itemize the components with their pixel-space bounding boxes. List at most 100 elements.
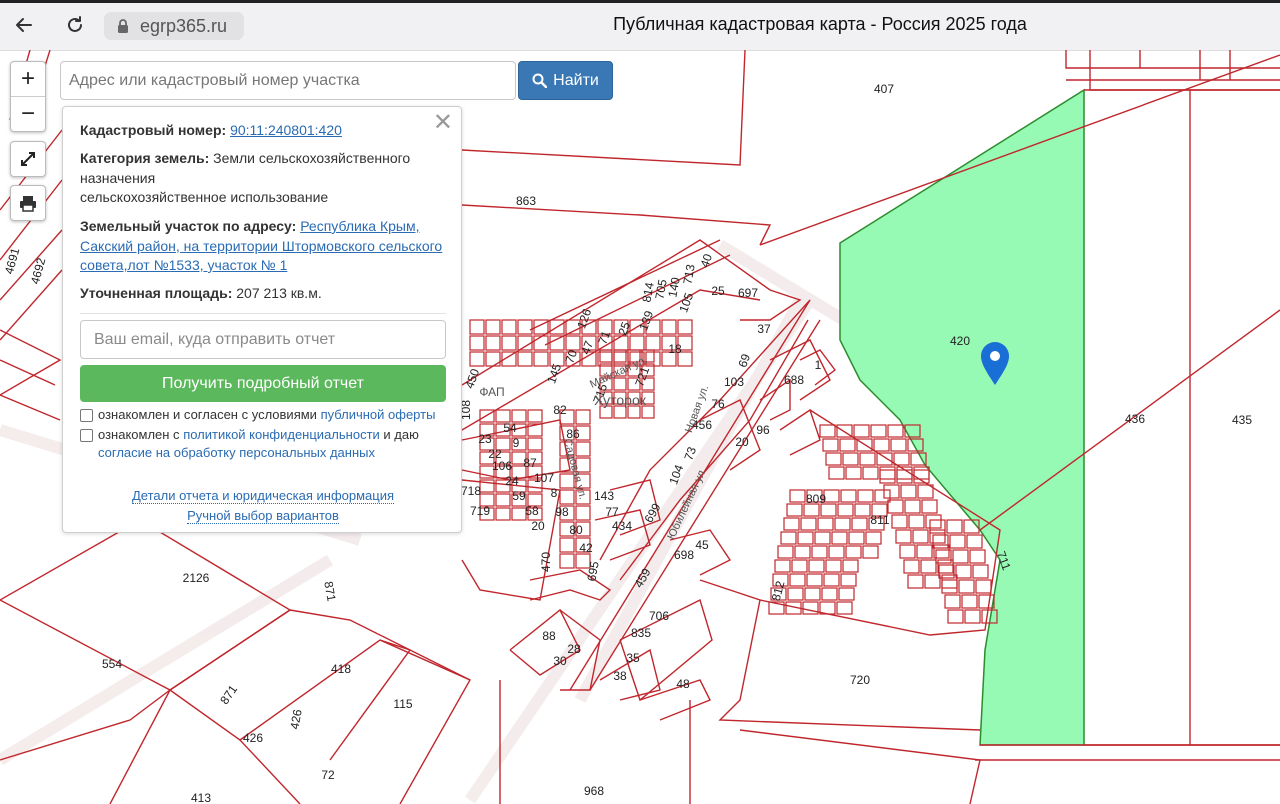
plot-cell [527, 409, 543, 423]
printer-icon [20, 196, 36, 212]
plot-cell [883, 484, 900, 499]
plot-cell [845, 466, 862, 480]
address-bar[interactable]: egrp365.ru [104, 12, 244, 40]
back-button[interactable] [9, 10, 39, 40]
fullscreen-button[interactable] [11, 142, 45, 176]
parcel-number-label: 82 [553, 403, 567, 417]
address-url: egrp365.ru [140, 15, 228, 36]
plot-cell [828, 466, 845, 480]
parcel-number-label: 435 [1232, 413, 1252, 427]
parcel-number-label: 809 [806, 492, 826, 506]
plot-cell [800, 517, 817, 531]
address-link-cont2[interactable]: совета,лот №1533, участок № 1 [80, 257, 287, 273]
parcel-number-label: 59 [512, 489, 526, 503]
plot-cell [817, 517, 834, 531]
land-use-value: сельскохозяйственное использование [80, 189, 329, 205]
area-value: 207 213 кв.м. [236, 285, 322, 301]
parcel-number-label: 42 [579, 541, 593, 555]
reload-button[interactable] [60, 10, 90, 40]
email-input[interactable] [80, 320, 446, 359]
plot-cell [794, 545, 811, 559]
plot-cell [575, 505, 591, 521]
address-row: Земельный участок по адресу: Республика … [80, 217, 445, 276]
privacy-consent-label-cont: и даю [383, 427, 419, 442]
plot-cell [887, 424, 904, 438]
plot-cell [839, 438, 856, 452]
plot-cell [559, 489, 575, 505]
parcel-boundary [544, 254, 731, 346]
plot-cell [838, 587, 855, 601]
parcel-number-label: 107 [534, 471, 554, 485]
parcel-number-label: 706 [649, 609, 669, 623]
parcel-number-label: 698 [674, 548, 694, 562]
parcel-number-label: 418 [331, 662, 351, 676]
zoom-in-button[interactable]: + [11, 62, 45, 97]
report-details-link[interactable]: Детали отчета и юридическая информация [131, 488, 395, 504]
plot-cell [837, 503, 854, 517]
plot-cell [955, 564, 972, 579]
parcel-number-label: 695 [584, 560, 601, 582]
street-label: Хуторок [594, 392, 647, 408]
plot-cell [804, 587, 821, 601]
plot-cell [559, 553, 575, 569]
plot-cell [797, 531, 814, 545]
parcel-number-label: 814 [639, 281, 656, 303]
privacy-consent-checkbox[interactable] [80, 429, 93, 442]
plot-cell [777, 545, 794, 559]
parcel-number-label: 4692 [28, 256, 49, 286]
parcel-number-label: 688 [784, 373, 804, 387]
parcel-number-label: 18 [668, 342, 682, 356]
plot-cell [904, 499, 921, 514]
window-edge [0, 0, 1280, 3]
plot-cell [806, 573, 823, 587]
parcel-number-label: 77 [605, 505, 619, 519]
plot-cell [929, 519, 946, 534]
zoom-control: + − [10, 61, 46, 132]
parcel-number-label: 20 [735, 435, 749, 449]
parcel-number-label: 47 [578, 339, 596, 357]
parcel-number-label: 8 [551, 486, 558, 500]
address-link-cont[interactable]: Сакский район, на территории Штормовског… [80, 238, 442, 254]
public-offer-link[interactable]: публичной оферты [321, 407, 436, 422]
parcel-boundary [639, 679, 711, 721]
street-label: ФАП [479, 385, 504, 399]
plot-cell [952, 549, 969, 564]
fullscreen-control [10, 141, 46, 177]
plot-cell [789, 573, 806, 587]
privacy-policy-link[interactable]: политикой конфиденциальности [183, 427, 380, 442]
plot-cell [786, 503, 803, 517]
plot-cell [938, 564, 955, 579]
plot-cell [924, 574, 941, 589]
parcel-number-label: 72 [321, 768, 335, 782]
parcel-number-label: 718 [461, 484, 481, 498]
plot-cell [932, 534, 949, 549]
land-category-value: Земли сельскохозяйственного [213, 150, 411, 166]
plot-cell [912, 529, 929, 544]
area-label: Уточненная площадь: [80, 285, 233, 301]
search-input[interactable] [60, 61, 516, 100]
land-category-label: Категория земель: [80, 150, 210, 166]
plot-cell [821, 587, 838, 601]
get-report-button[interactable]: Получить подробный отчет [80, 365, 446, 402]
parcel-boundary [169, 689, 301, 804]
personal-data-consent-link[interactable]: согласие на обработку персональных данны… [98, 445, 375, 460]
plot-cell [517, 351, 533, 367]
cadastral-number-link[interactable]: 90:11:240801:420 [230, 122, 342, 138]
plot-cell [842, 452, 859, 466]
parcel-number-label: 96 [756, 423, 770, 437]
plot-cell [929, 529, 946, 544]
search-button[interactable]: Найти [518, 61, 613, 100]
plot-cell [949, 534, 966, 549]
parcel-number-label: 968 [584, 784, 604, 798]
print-button[interactable] [11, 186, 45, 220]
plot-cell [789, 489, 806, 503]
zoom-out-button[interactable]: − [11, 97, 45, 131]
manual-selection-link[interactable]: Ручной выбор вариантов [187, 508, 339, 524]
page-title: Публичная кадастровая карта - Россия 202… [613, 14, 1027, 34]
plot-cell [947, 609, 964, 624]
offer-consent-checkbox[interactable] [80, 409, 93, 422]
parcel-number-label: 811 [870, 513, 889, 527]
address-link[interactable]: Республика Крым, [300, 218, 419, 234]
parcel-boundary [289, 609, 471, 681]
parcel-boundary [239, 639, 471, 804]
